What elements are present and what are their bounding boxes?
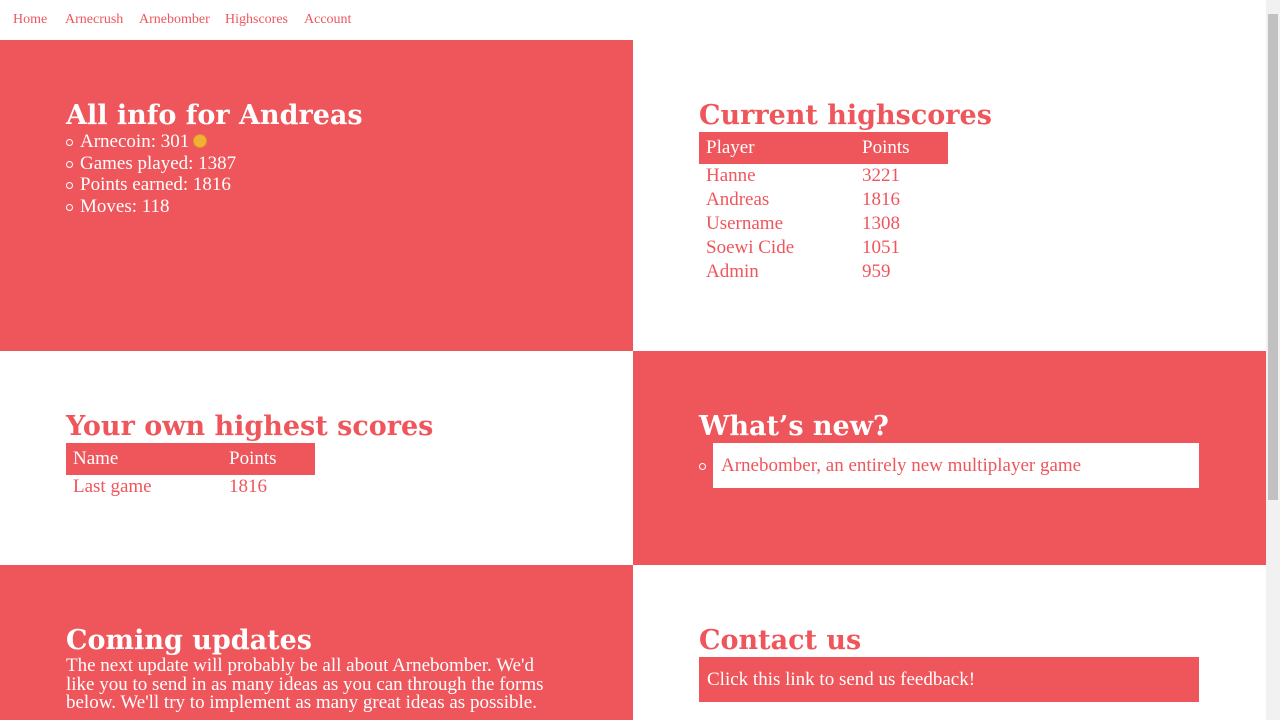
info-title: All info for Andreas xyxy=(66,100,363,131)
nav-account-link[interactable]: Account xyxy=(304,12,351,28)
bullet-icon xyxy=(699,463,706,470)
player-points: 1051 xyxy=(862,237,900,258)
contact-panel: Contact us Click this link to send us fe… xyxy=(633,565,1266,720)
column-header-name: Name xyxy=(66,443,222,475)
table-row: Username 1308 xyxy=(699,212,948,236)
player-points: 959 xyxy=(862,261,891,282)
feedback-link[interactable]: Click this link to send us feedback! xyxy=(699,657,1199,702)
column-header-points: Points xyxy=(855,132,948,164)
own-scores-panel: Your own highest scores Name Points Last… xyxy=(0,351,633,565)
coin-icon xyxy=(193,134,208,148)
highscores-table: Player Points Hanne 3221 Andreas 1816 Us… xyxy=(699,132,948,284)
contact-title: Contact us xyxy=(699,625,862,656)
highscores-panel: Current highscores Player Points Hanne 3… xyxy=(633,40,1266,351)
table-row: Hanne 3221 xyxy=(699,164,948,188)
info-moves: Moves: 118 xyxy=(66,196,236,218)
highscores-title: Current highscores xyxy=(699,100,992,131)
column-header-points: Points xyxy=(222,443,315,475)
player-points: 3221 xyxy=(862,165,900,186)
table-row: Andreas 1816 xyxy=(699,188,948,212)
info-list: Arnecoin: 301 Games played: 1387 Points … xyxy=(66,131,236,217)
info-arnecoin: Arnecoin: 301 xyxy=(66,131,236,153)
own-scores-header-row: Name Points xyxy=(66,443,315,475)
score-points: 1816 xyxy=(229,476,267,497)
news-item[interactable]: Arnebomber, an entirely new multiplayer … xyxy=(713,443,1199,488)
updates-panel: Coming updates The next update will prob… xyxy=(0,565,633,720)
updates-text: The next update will probably be all abo… xyxy=(66,655,544,713)
arnecoin-text: Arnecoin: 301 xyxy=(80,131,190,152)
top-nav: Home Arnecrush Arnebomber Highscores Acc… xyxy=(0,0,1266,40)
table-row: Admin 959 xyxy=(699,260,948,284)
info-games-played: Games played: 1387 xyxy=(66,153,236,175)
player-name: Admin xyxy=(706,261,759,282)
player-name: Soewi Cide xyxy=(706,237,795,258)
news-panel: What’s new? Arnebomber, an entirely new … xyxy=(633,351,1266,565)
nav-highscores-link[interactable]: Highscores xyxy=(225,12,288,28)
news-title: What’s new? xyxy=(699,411,889,442)
player-name: Hanne xyxy=(706,165,756,186)
nav-arnecrush-link[interactable]: Arnecrush xyxy=(65,12,123,28)
info-points-earned: Points earned: 1816 xyxy=(66,174,236,196)
nav-arnebomber-link[interactable]: Arnebomber xyxy=(139,12,210,28)
player-points: 1308 xyxy=(862,213,900,234)
info-panel: All info for Andreas Arnecoin: 301 Games… xyxy=(0,40,633,351)
player-points: 1816 xyxy=(862,189,900,210)
player-name: Username xyxy=(706,213,784,234)
own-scores-title: Your own highest scores xyxy=(66,411,434,442)
column-header-player: Player xyxy=(699,132,855,164)
table-row: Soewi Cide 1051 xyxy=(699,236,948,260)
own-scores-table: Name Points Last game 1816 xyxy=(66,443,315,499)
player-name: Andreas xyxy=(706,189,770,210)
score-name: Last game xyxy=(73,476,152,497)
page-scrollbar[interactable] xyxy=(1266,0,1280,720)
nav-home-link[interactable]: Home xyxy=(13,12,47,28)
updates-title: Coming updates xyxy=(66,625,312,656)
scrollbar-thumb[interactable] xyxy=(1268,14,1278,500)
highscores-header-row: Player Points xyxy=(699,132,948,164)
table-row: Last game 1816 xyxy=(66,475,315,499)
